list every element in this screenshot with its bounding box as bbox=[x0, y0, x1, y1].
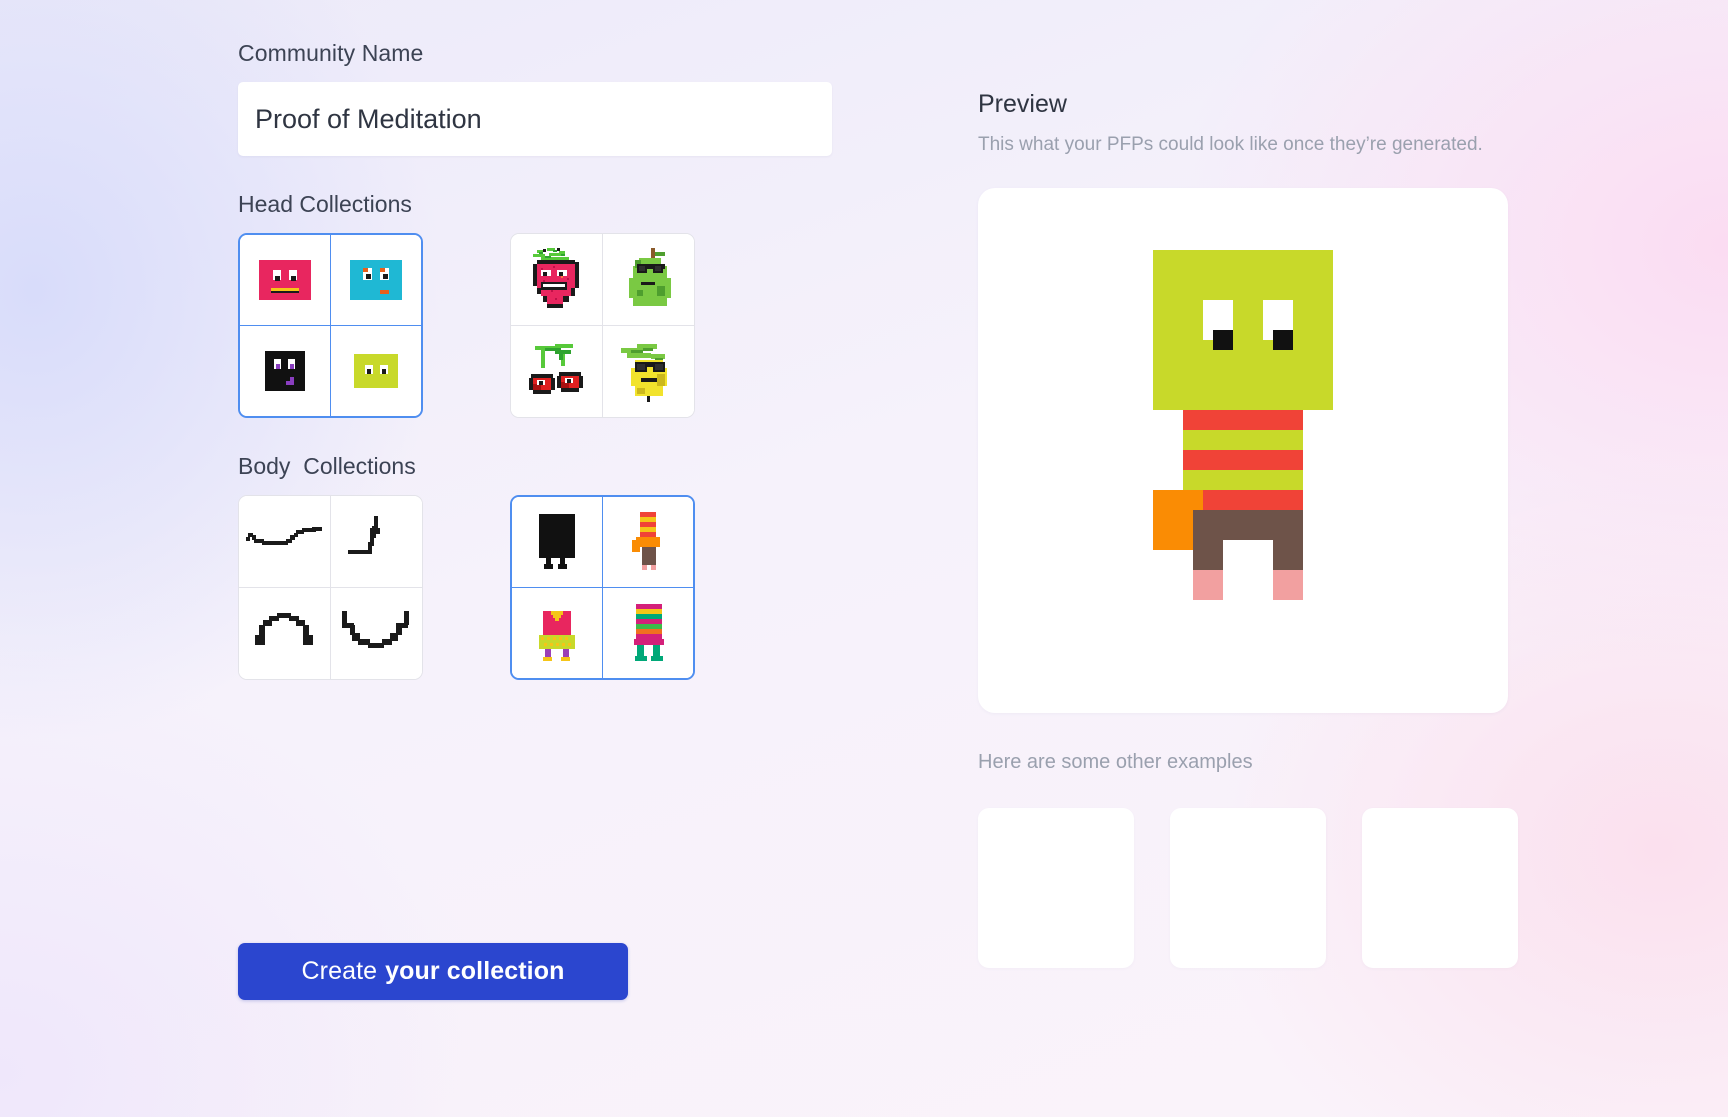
head-collections-row bbox=[238, 233, 858, 418]
body-tile-hook-body[interactable] bbox=[330, 496, 422, 588]
preview-subtitle: This what your PFPs could look like once… bbox=[978, 134, 1483, 155]
head-tile-cherries-face[interactable] bbox=[511, 325, 603, 417]
body-tile-smile-body[interactable] bbox=[330, 587, 422, 679]
head-tile-cyan-block-face[interactable] bbox=[330, 235, 421, 326]
head-tile-black-block-face[interactable] bbox=[240, 325, 331, 416]
head-tile-pear-face[interactable] bbox=[602, 234, 694, 326]
preview-avatar-card bbox=[978, 187, 1508, 713]
example-card[interactable] bbox=[1170, 807, 1326, 968]
body-tile-striped-teal-body[interactable] bbox=[602, 587, 693, 678]
community-name-input[interactable] bbox=[238, 82, 832, 156]
body-tile-squiggle-body[interactable] bbox=[239, 496, 331, 588]
body-tile-pink-dress-body[interactable] bbox=[512, 587, 603, 678]
preview-title: Preview bbox=[978, 90, 1067, 118]
body-collections-row bbox=[238, 495, 858, 680]
body-tile-arch-body[interactable] bbox=[239, 587, 331, 679]
head-tile-lemon-face[interactable] bbox=[602, 325, 694, 417]
body-collections-title: Body Collections bbox=[238, 453, 416, 479]
body-collection-line-bodies[interactable] bbox=[238, 495, 423, 680]
body-collection-pixel-bodies[interactable] bbox=[510, 495, 695, 680]
create-collection-button[interactable]: Create your collection bbox=[238, 943, 628, 1000]
example-card[interactable] bbox=[1362, 807, 1518, 968]
community-name-label: Community Name bbox=[238, 40, 424, 66]
head-tile-pink-block-face[interactable] bbox=[240, 235, 331, 326]
head-tile-lime-block-face[interactable] bbox=[330, 325, 421, 416]
head-collection-fruit-faces[interactable] bbox=[510, 233, 695, 418]
create-button-emphasis: your collection bbox=[385, 957, 565, 985]
page-root: Community Name (function(){ var d = JSON… bbox=[0, 0, 1728, 1117]
example-card[interactable] bbox=[978, 807, 1134, 968]
preview-panel: Preview This what your PFPs could look l… bbox=[978, 90, 1518, 968]
preview-avatar-image bbox=[1053, 240, 1433, 661]
head-tile-strawberry-face[interactable] bbox=[511, 234, 603, 326]
head-collection-blocky-faces[interactable] bbox=[238, 233, 423, 418]
configuration-panel: Community Name (function(){ var d = JSON… bbox=[238, 40, 858, 680]
examples-label: Here are some other examples bbox=[978, 750, 1253, 773]
body-tile-black-box-body[interactable] bbox=[512, 497, 603, 588]
examples-row bbox=[978, 807, 1518, 968]
create-button-prefix: Create bbox=[301, 957, 378, 985]
body-tile-orange-striped-body[interactable] bbox=[602, 497, 693, 588]
head-collections-title: Head Collections bbox=[238, 191, 412, 217]
